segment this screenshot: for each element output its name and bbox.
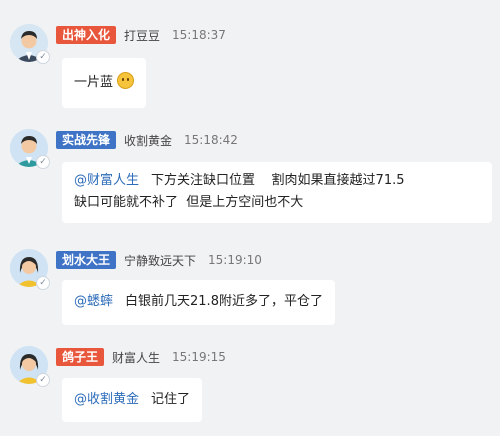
user-tag: 划水大王 bbox=[56, 251, 117, 269]
message-meta: 实战先锋 收割黄金 15:18:42 bbox=[56, 130, 238, 150]
verified-icon: ✓ bbox=[36, 155, 50, 169]
message-text: 下方关注缺口位置 割肉如果直接越过71.5 bbox=[151, 173, 405, 188]
username[interactable]: 财富人生 bbox=[112, 349, 160, 366]
mention-link[interactable]: @蟋蟀 bbox=[74, 294, 113, 309]
username[interactable]: 收割黄金 bbox=[124, 132, 172, 149]
timestamp: 15:18:42 bbox=[184, 133, 238, 147]
message-meta: 鸽子王 财富人生 15:19:15 bbox=[56, 347, 226, 367]
message-bubble: @财富人生 下方关注缺口位置 割肉如果直接越过71.5 缺口可能就不补了 但是上方… bbox=[62, 162, 492, 223]
timestamp: 15:19:10 bbox=[208, 253, 262, 267]
message-text: 一片蓝 bbox=[74, 75, 114, 90]
thinking-face-icon bbox=[117, 72, 135, 89]
mention-link[interactable]: @财富人生 bbox=[74, 173, 139, 188]
user-tag: 出神入化 bbox=[56, 26, 117, 44]
message-meta: 划水大王 宁静致远天下 15:19:10 bbox=[56, 250, 262, 270]
user-tag: 鸽子王 bbox=[56, 348, 105, 366]
verified-icon: ✓ bbox=[36, 276, 50, 290]
message-bubble: 一片蓝 bbox=[62, 58, 147, 108]
message-line: @财富人生 下方关注缺口位置 割肉如果直接越过71.5 bbox=[74, 170, 480, 192]
timestamp: 15:18:37 bbox=[172, 28, 226, 42]
message-text: 白银前几天21.8附近多了，平仓了 bbox=[125, 294, 323, 309]
timestamp: 15:19:15 bbox=[172, 350, 226, 364]
message-meta: 出神入化 打豆豆 15:18:37 bbox=[56, 25, 226, 45]
username[interactable]: 宁静致远天下 bbox=[124, 252, 196, 269]
message-bubble: @蟋蟀 白银前几天21.8附近多了，平仓了 bbox=[62, 280, 335, 325]
mention-link[interactable]: @收割黄金 bbox=[74, 392, 139, 407]
message-text: 记住了 bbox=[151, 392, 191, 407]
user-tag: 实战先锋 bbox=[56, 131, 117, 149]
verified-icon: ✓ bbox=[36, 373, 50, 387]
message-bubble: @收割黄金 记住了 bbox=[62, 378, 203, 422]
username[interactable]: 打豆豆 bbox=[124, 27, 160, 44]
message-line: 缺口可能就不补了 但是上方空间也不大 bbox=[74, 195, 304, 210]
verified-icon: ✓ bbox=[36, 50, 50, 64]
